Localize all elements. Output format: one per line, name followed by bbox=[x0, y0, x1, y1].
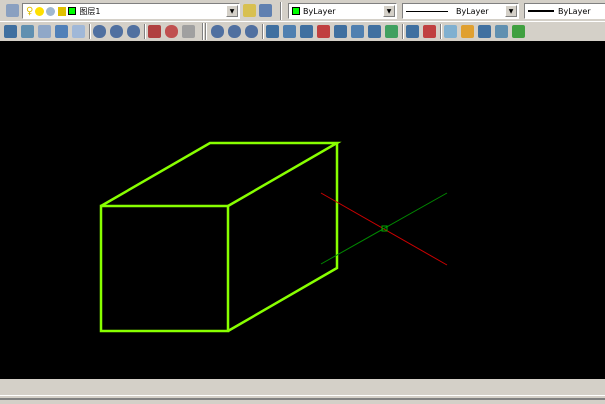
lineweight-value: ByLayer bbox=[558, 6, 591, 16]
make-current-layer-icon[interactable] bbox=[243, 4, 256, 17]
toolbar-separator bbox=[280, 2, 282, 20]
flask-icon[interactable] bbox=[72, 25, 85, 38]
color-swatch bbox=[292, 7, 300, 15]
union-icon[interactable] bbox=[211, 25, 224, 38]
union-icon[interactable] bbox=[93, 25, 106, 38]
box-right-face bbox=[227, 143, 339, 333]
chevron-down-icon[interactable]: ▼ bbox=[226, 5, 238, 17]
layer-name: 图层1 bbox=[79, 6, 101, 16]
drawing-canvas[interactable] bbox=[0, 41, 605, 379]
lineweight-dropdown[interactable]: ByLayer bbox=[524, 3, 605, 19]
toolbar-grip[interactable] bbox=[205, 23, 207, 40]
color-faces-icon[interactable] bbox=[385, 25, 398, 38]
chevron-down-icon[interactable]: ▼ bbox=[383, 5, 395, 17]
3d-move-icon[interactable] bbox=[148, 25, 161, 38]
subtract-icon[interactable] bbox=[228, 25, 241, 38]
linetype-value: ByLayer bbox=[456, 6, 489, 16]
sun-icon[interactable] bbox=[35, 6, 45, 16]
clean-icon[interactable] bbox=[461, 25, 474, 38]
shell-icon[interactable] bbox=[495, 25, 508, 38]
lightbulb-icon[interactable]: ♀ bbox=[26, 6, 33, 17]
box-front-face bbox=[99, 204, 230, 333]
layer-color-swatch bbox=[68, 7, 77, 15]
taper-faces-icon[interactable] bbox=[351, 25, 364, 38]
check-icon[interactable] bbox=[512, 25, 525, 38]
3d-rotate-icon[interactable] bbox=[165, 25, 178, 38]
box-icon[interactable] bbox=[4, 25, 17, 38]
toolbar-separator bbox=[89, 24, 91, 39]
toolbar-separator bbox=[440, 24, 442, 39]
horizontal-scrollbar[interactable] bbox=[0, 382, 605, 396]
box-solid[interactable] bbox=[99, 141, 342, 333]
layer-previous-icon[interactable] bbox=[259, 4, 272, 17]
solids-toolbar bbox=[0, 22, 605, 41]
wedge-icon[interactable] bbox=[21, 25, 34, 38]
lineweight-preview bbox=[528, 10, 554, 12]
color-edges-icon[interactable] bbox=[423, 25, 436, 38]
ucs-crosshair bbox=[320, 192, 448, 266]
layer-properties-toolbar: ♀ 图层1 ▼ ByLayer ▼ ByLayer ▼ ByLayer bbox=[0, 0, 605, 22]
lock-icon[interactable] bbox=[58, 6, 67, 16]
move-faces-icon[interactable] bbox=[283, 25, 296, 38]
toolbar-grip[interactable] bbox=[202, 23, 204, 40]
status-area bbox=[0, 379, 605, 404]
linetype-dropdown[interactable]: ByLayer ▼ bbox=[402, 3, 519, 19]
chevron-down-icon[interactable]: ▼ bbox=[505, 5, 517, 17]
layer-dropdown[interactable]: ♀ 图层1 ▼ bbox=[22, 3, 240, 19]
box-top-face bbox=[100, 141, 342, 208]
intersect-icon[interactable] bbox=[127, 25, 140, 38]
rotate-faces-icon[interactable] bbox=[334, 25, 347, 38]
intersect-icon[interactable] bbox=[245, 25, 258, 38]
subtract-icon[interactable] bbox=[110, 25, 123, 38]
color-value: ByLayer bbox=[303, 6, 336, 16]
toolbar-separator bbox=[144, 24, 146, 39]
color-dropdown[interactable]: ByLayer ▼ bbox=[288, 3, 397, 19]
toolbar-separator bbox=[262, 24, 264, 39]
loft-icon[interactable] bbox=[55, 25, 68, 38]
extrude-faces-icon[interactable] bbox=[266, 25, 279, 38]
toolbar-separator bbox=[402, 24, 404, 39]
copy-edges-icon[interactable] bbox=[406, 25, 419, 38]
divider bbox=[0, 398, 605, 400]
3d-align-icon[interactable] bbox=[182, 25, 195, 38]
copy-faces-icon[interactable] bbox=[368, 25, 381, 38]
offset-faces-icon[interactable] bbox=[300, 25, 313, 38]
separate-icon[interactable] bbox=[478, 25, 491, 38]
linetype-preview bbox=[406, 10, 448, 12]
freeze-viewport-icon[interactable] bbox=[46, 6, 56, 16]
sweep-icon[interactable] bbox=[38, 25, 51, 38]
imprint-icon[interactable] bbox=[444, 25, 457, 38]
model-space bbox=[99, 141, 448, 333]
delete-faces-icon[interactable] bbox=[317, 25, 330, 38]
layer-manager-icon[interactable] bbox=[6, 4, 19, 17]
